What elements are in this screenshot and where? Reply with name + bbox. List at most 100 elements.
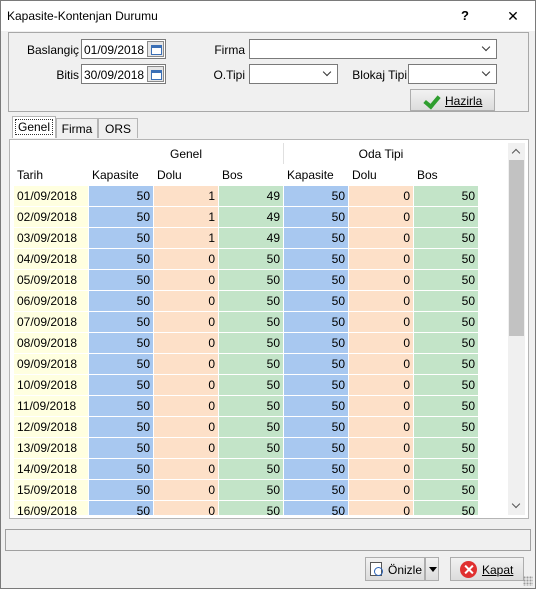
vertical-scrollbar[interactable]	[508, 143, 525, 515]
cell-oda-dolu[interactable]: 0	[348, 395, 414, 417]
cell-tarih[interactable]: 08/09/2018	[13, 332, 89, 354]
cell-genel-dolu[interactable]: 0	[153, 269, 219, 291]
bitis-date-field[interactable]: 30/09/2018	[81, 64, 166, 84]
col-header-genel-dolu[interactable]: Dolu	[153, 164, 219, 186]
firma-select[interactable]	[249, 39, 497, 59]
cell-genel-bos[interactable]: 50	[218, 395, 284, 417]
cell-oda-bos[interactable]: 50	[413, 206, 479, 228]
baslangic-date-field[interactable]: 01/09/2018	[81, 39, 166, 59]
cell-tarih[interactable]: 07/09/2018	[13, 311, 89, 333]
cell-tarih[interactable]: 05/09/2018	[13, 269, 89, 291]
cell-genel-dolu[interactable]: 0	[153, 290, 219, 312]
window-close-button[interactable]: ✕	[501, 5, 525, 27]
onizle-dropdown-button[interactable]	[425, 557, 439, 581]
col-header-oda-kapasite[interactable]: Kapasite	[283, 164, 349, 186]
table-row[interactable]: 09/09/2018 50 0 50 50 0 50	[13, 353, 479, 375]
cell-tarih[interactable]: 11/09/2018	[13, 395, 89, 417]
cell-genel-dolu[interactable]: 0	[153, 437, 219, 459]
table-row[interactable]: 02/09/2018 50 1 49 50 0 50	[13, 206, 479, 228]
cell-genel-kapasite[interactable]: 50	[88, 416, 154, 438]
cell-genel-kapasite[interactable]: 50	[88, 185, 154, 207]
cell-oda-bos[interactable]: 50	[413, 290, 479, 312]
cell-oda-dolu[interactable]: 0	[348, 479, 414, 501]
scroll-down-arrow-icon[interactable]	[508, 498, 525, 515]
cell-oda-dolu[interactable]: 0	[348, 332, 414, 354]
cell-tarih[interactable]: 15/09/2018	[13, 479, 89, 501]
cell-genel-bos[interactable]: 50	[218, 500, 284, 515]
cell-genel-bos[interactable]: 50	[218, 311, 284, 333]
cell-oda-bos[interactable]: 50	[413, 374, 479, 396]
cell-oda-bos[interactable]: 50	[413, 500, 479, 515]
help-button[interactable]: ?	[453, 5, 477, 27]
cell-genel-bos[interactable]: 50	[218, 458, 284, 480]
cell-oda-bos[interactable]: 50	[413, 185, 479, 207]
col-header-genel-kapasite[interactable]: Kapasite	[88, 164, 154, 186]
scroll-up-arrow-icon[interactable]	[508, 143, 525, 160]
cell-genel-bos[interactable]: 50	[218, 353, 284, 375]
cell-genel-dolu[interactable]: 0	[153, 332, 219, 354]
cell-oda-dolu[interactable]: 0	[348, 458, 414, 480]
calendar-icon[interactable]	[147, 66, 164, 82]
cell-oda-kapasite[interactable]: 50	[283, 416, 349, 438]
cell-oda-bos[interactable]: 50	[413, 269, 479, 291]
cell-genel-kapasite[interactable]: 50	[88, 206, 154, 228]
cell-oda-bos[interactable]: 50	[413, 311, 479, 333]
table-row[interactable]: 06/09/2018 50 0 50 50 0 50	[13, 290, 479, 312]
cell-oda-kapasite[interactable]: 50	[283, 374, 349, 396]
chevron-down-icon[interactable]	[480, 67, 494, 81]
cell-oda-kapasite[interactable]: 50	[283, 227, 349, 249]
chevron-down-icon[interactable]	[321, 67, 335, 81]
cell-oda-kapasite[interactable]: 50	[283, 332, 349, 354]
calendar-icon[interactable]	[147, 41, 164, 57]
cell-genel-bos[interactable]: 50	[218, 248, 284, 270]
cell-oda-dolu[interactable]: 0	[348, 185, 414, 207]
otipi-select[interactable]	[249, 64, 338, 84]
scrollbar-thumb[interactable]	[509, 160, 524, 336]
cell-oda-bos[interactable]: 50	[413, 437, 479, 459]
cell-oda-kapasite[interactable]: 50	[283, 206, 349, 228]
table-row[interactable]: 04/09/2018 50 0 50 50 0 50	[13, 248, 479, 270]
cell-oda-dolu[interactable]: 0	[348, 437, 414, 459]
cell-oda-kapasite[interactable]: 50	[283, 311, 349, 333]
kapat-button[interactable]: Kapat	[450, 557, 524, 581]
cell-genel-dolu[interactable]: 0	[153, 500, 219, 515]
cell-genel-kapasite[interactable]: 50	[88, 353, 154, 375]
table-row[interactable]: 15/09/2018 50 0 50 50 0 50	[13, 479, 479, 501]
cell-genel-kapasite[interactable]: 50	[88, 227, 154, 249]
cell-oda-dolu[interactable]: 0	[348, 374, 414, 396]
cell-genel-dolu[interactable]: 0	[153, 395, 219, 417]
tab-genel[interactable]: Genel	[12, 116, 56, 138]
cell-oda-bos[interactable]: 50	[413, 479, 479, 501]
cell-genel-bos[interactable]: 49	[218, 206, 284, 228]
cell-oda-kapasite[interactable]: 50	[283, 290, 349, 312]
table-row[interactable]: 11/09/2018 50 0 50 50 0 50	[13, 395, 479, 417]
cell-oda-kapasite[interactable]: 50	[283, 269, 349, 291]
cell-oda-kapasite[interactable]: 50	[283, 185, 349, 207]
cell-tarih[interactable]: 06/09/2018	[13, 290, 89, 312]
cell-oda-kapasite[interactable]: 50	[283, 458, 349, 480]
cell-oda-kapasite[interactable]: 50	[283, 500, 349, 515]
cell-genel-kapasite[interactable]: 50	[88, 437, 154, 459]
cell-genel-bos[interactable]: 50	[218, 269, 284, 291]
cell-oda-dolu[interactable]: 0	[348, 311, 414, 333]
col-header-oda-dolu[interactable]: Dolu	[348, 164, 414, 186]
table-row[interactable]: 13/09/2018 50 0 50 50 0 50	[13, 437, 479, 459]
cell-genel-dolu[interactable]: 0	[153, 479, 219, 501]
cell-oda-dolu[interactable]: 0	[348, 290, 414, 312]
cell-genel-kapasite[interactable]: 50	[88, 290, 154, 312]
cell-genel-dolu[interactable]: 0	[153, 248, 219, 270]
table-row[interactable]: 12/09/2018 50 0 50 50 0 50	[13, 416, 479, 438]
cell-oda-bos[interactable]: 50	[413, 353, 479, 375]
cell-oda-dolu[interactable]: 0	[348, 353, 414, 375]
cell-genel-dolu[interactable]: 1	[153, 206, 219, 228]
cell-oda-bos[interactable]: 50	[413, 416, 479, 438]
cell-genel-dolu[interactable]: 0	[153, 374, 219, 396]
table-row[interactable]: 10/09/2018 50 0 50 50 0 50	[13, 374, 479, 396]
cell-oda-kapasite[interactable]: 50	[283, 248, 349, 270]
chevron-down-icon[interactable]	[480, 42, 494, 56]
cell-genel-kapasite[interactable]: 50	[88, 479, 154, 501]
cell-genel-kapasite[interactable]: 50	[88, 395, 154, 417]
blokaj-select[interactable]	[408, 64, 497, 84]
col-header-tarih[interactable]: Tarih	[13, 164, 89, 186]
table-row[interactable]: 07/09/2018 50 0 50 50 0 50	[13, 311, 479, 333]
